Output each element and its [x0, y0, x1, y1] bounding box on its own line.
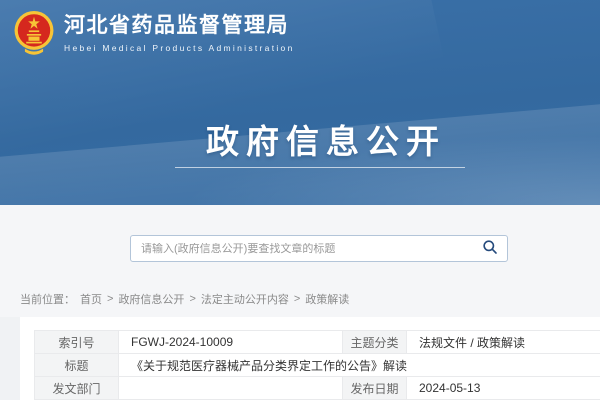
topic-category-label: 主题分类 — [343, 331, 407, 354]
breadcrumb-item-policy-interpretation[interactable]: 政策解读 — [305, 291, 349, 307]
title-label: 标题 — [35, 354, 119, 377]
search-input[interactable] — [131, 243, 482, 255]
breadcrumb-label: 当前位置： — [20, 291, 75, 307]
breadcrumb: 当前位置： 首页 > 政府信息公开 > 法定主动公开内容 > 政策解读 — [20, 291, 349, 307]
breadcrumb-item-statutory-disclosure[interactable]: 法定主动公开内容 — [201, 291, 289, 307]
table-row: 索引号 FGWJ-2024-10009 主题分类 法规文件 / 政策解读 — [35, 331, 600, 354]
site-subtitle: Hebei Medical Products Administration — [64, 43, 295, 53]
breadcrumb-item-home[interactable]: 首页 — [80, 291, 102, 307]
issuing-department-label: 发文部门 — [35, 377, 119, 400]
issuing-department-value — [119, 377, 343, 400]
breadcrumb-item-gov-info[interactable]: 政府信息公开 — [118, 291, 184, 307]
publish-date-label: 发布日期 — [343, 377, 407, 400]
title-value: 《关于规范医疗器械产品分类界定工作的公告》解读 — [119, 354, 600, 377]
page-banner-title: 政府信息公开 — [26, 115, 600, 163]
site-title: 河北省药品监督管理局 — [64, 13, 295, 38]
page: 河北省药品监督管理局 Hebei Medical Products Admini… — [0, 0, 600, 400]
document-meta-table: 索引号 FGWJ-2024-10009 主题分类 法规文件 / 政策解读 标题 … — [34, 330, 600, 400]
china-national-emblem-icon — [13, 9, 55, 57]
content-card: 索引号 FGWJ-2024-10009 主题分类 法规文件 / 政策解读 标题 … — [20, 317, 600, 400]
breadcrumb-separator: > — [294, 293, 300, 305]
index-number-value: FGWJ-2024-10009 — [119, 331, 343, 354]
site-logo[interactable]: 河北省药品监督管理局 Hebei Medical Products Admini… — [13, 9, 295, 57]
table-row: 标题 《关于规范医疗器械产品分类界定工作的公告》解读 — [35, 354, 600, 377]
site-header: 河北省药品监督管理局 Hebei Medical Products Admini… — [0, 0, 600, 205]
index-number-label: 索引号 — [35, 331, 119, 354]
search-box — [130, 235, 508, 262]
breadcrumb-separator: > — [107, 293, 113, 305]
search-icon — [482, 239, 498, 258]
banner-underline — [175, 167, 465, 168]
publish-date-value: 2024-05-13 — [407, 377, 600, 400]
breadcrumb-separator: > — [189, 293, 195, 305]
table-row: 发文部门 发布日期 2024-05-13 — [35, 377, 600, 400]
site-title-group: 河北省药品监督管理局 Hebei Medical Products Admini… — [64, 13, 295, 52]
search-button[interactable] — [482, 239, 507, 258]
topic-category-value: 法规文件 / 政策解读 — [407, 331, 600, 354]
